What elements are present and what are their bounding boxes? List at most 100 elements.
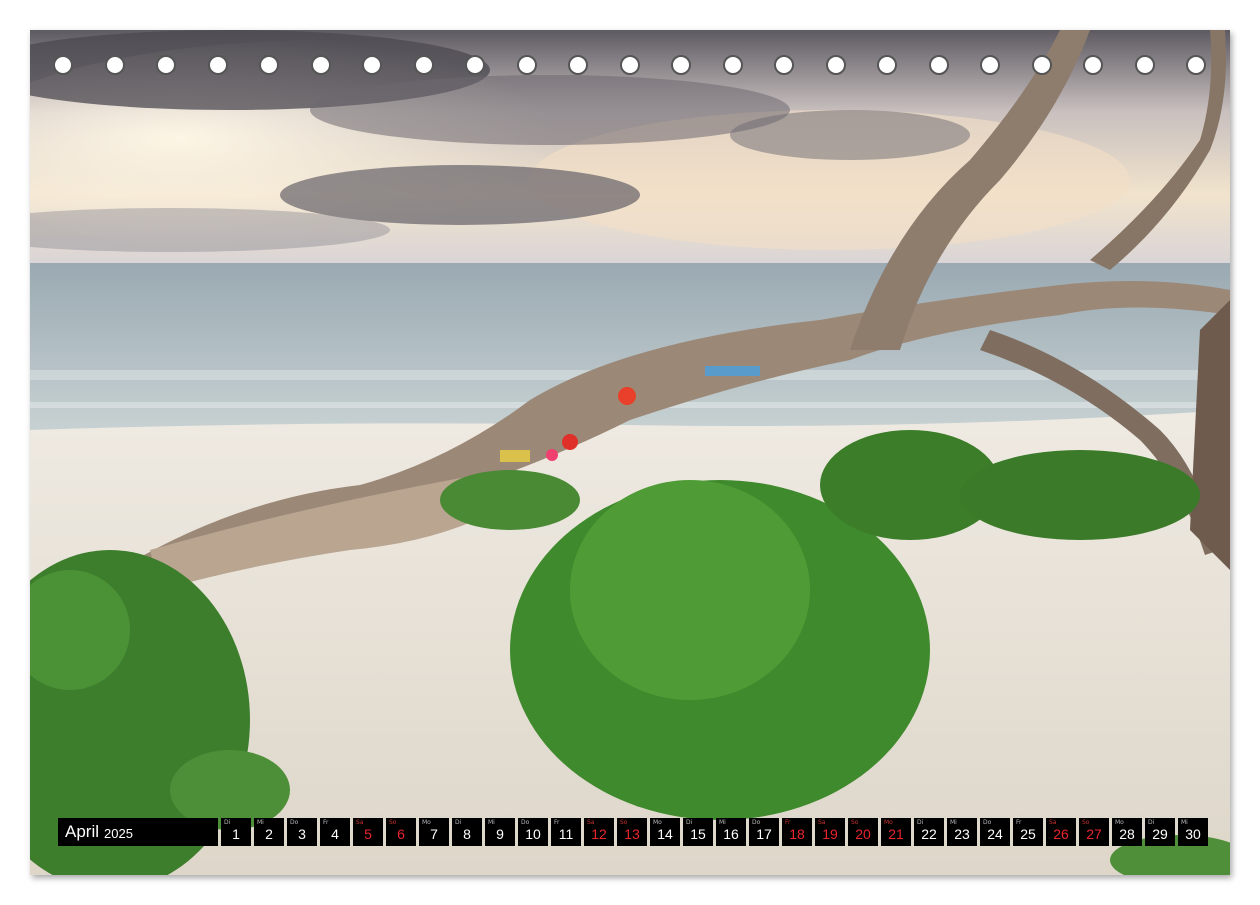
binding-hole: [465, 55, 485, 75]
day-of-week-label: Mi: [950, 819, 957, 826]
day-of-week-label: Do: [752, 819, 761, 826]
day-cell: Mi 9: [485, 818, 515, 846]
day-of-week-label: Di: [224, 819, 231, 826]
day-cell: Fr 18: [782, 818, 812, 846]
day-cell: Di 15: [683, 818, 713, 846]
day-of-week-label: Mo: [653, 819, 662, 826]
day-cell: Sa 5: [353, 818, 383, 846]
day-number: 2: [265, 826, 273, 842]
day-number: 11: [558, 826, 574, 842]
day-cell: Sa 26: [1046, 818, 1076, 846]
day-cell: So 13: [617, 818, 647, 846]
day-of-week-label: Fr: [1016, 819, 1022, 826]
binding-hole: [53, 55, 73, 75]
day-number: 6: [397, 826, 405, 842]
day-of-week-label: So: [389, 819, 397, 826]
day-of-week-label: Mo: [884, 819, 893, 826]
day-cell: So 27: [1079, 818, 1109, 846]
day-of-week-label: So: [620, 819, 628, 826]
day-of-week-label: Mi: [1181, 819, 1188, 826]
binding-hole: [568, 55, 588, 75]
day-number: 30: [1185, 826, 1201, 842]
day-of-week-label: So: [851, 819, 859, 826]
day-number: 1: [232, 826, 240, 842]
day-cell: Mi 16: [716, 818, 746, 846]
day-cell: Mo 14: [650, 818, 680, 846]
binding-hole: [671, 55, 691, 75]
binding-hole: [414, 55, 434, 75]
binding-hole: [517, 55, 537, 75]
day-cells: Di 1 Mi 2 Do 3 Fr 4 Sa 5 So 6 Mo 7 Di 8 Mi 9 Do 10 Fr 11 Sa 12 S…: [221, 818, 1211, 846]
binding-hole: [1135, 55, 1155, 75]
day-number: 7: [430, 826, 438, 842]
day-of-week-label: Sa: [587, 819, 595, 826]
day-of-week-label: Mi: [719, 819, 726, 826]
month-name: April: [65, 822, 100, 841]
binding-hole: [826, 55, 846, 75]
day-of-week-label: Sa: [356, 819, 364, 826]
day-of-week-label: Mi: [488, 819, 495, 826]
day-number: 5: [364, 826, 372, 842]
day-cell: Do 3: [287, 818, 317, 846]
day-cell: So 20: [848, 818, 878, 846]
day-number: 21: [888, 826, 904, 842]
day-cell: Sa 19: [815, 818, 845, 846]
day-of-week-label: Di: [455, 819, 462, 826]
day-number: 10: [525, 826, 541, 842]
day-number: 27: [1086, 826, 1102, 842]
day-number: 28: [1119, 826, 1135, 842]
day-of-week-label: Do: [983, 819, 992, 826]
day-number: 18: [789, 826, 805, 842]
binding-hole: [929, 55, 949, 75]
binding-hole: [1083, 55, 1103, 75]
day-of-week-label: Di: [686, 819, 693, 826]
day-of-week-label: Mo: [1115, 819, 1124, 826]
binding-hole: [620, 55, 640, 75]
day-cell: Di 1: [221, 818, 251, 846]
day-number: 25: [1020, 826, 1036, 842]
day-number: 24: [987, 826, 1003, 842]
day-cell: Mo 21: [881, 818, 911, 846]
binding-hole: [1032, 55, 1052, 75]
day-of-week-label: Mo: [422, 819, 431, 826]
day-cell: Do 24: [980, 818, 1010, 846]
day-cell: Mo 7: [419, 818, 449, 846]
day-cell: Fr 11: [551, 818, 581, 846]
day-cell: Mi 23: [947, 818, 977, 846]
day-of-week-label: Di: [1148, 819, 1155, 826]
day-cell: Mi 2: [254, 818, 284, 846]
day-of-week-label: Fr: [554, 819, 560, 826]
day-of-week-label: Sa: [1049, 819, 1057, 826]
day-number: 9: [496, 826, 504, 842]
day-of-week-label: Fr: [785, 819, 791, 826]
binding-hole: [105, 55, 125, 75]
binding-hole: [1186, 55, 1206, 75]
day-cell: Do 10: [518, 818, 548, 846]
day-number: 19: [822, 826, 838, 842]
day-number: 8: [463, 826, 471, 842]
day-of-week-label: Di: [917, 819, 924, 826]
day-number: 23: [954, 826, 970, 842]
beach-photo: [30, 30, 1230, 875]
binding-hole: [362, 55, 382, 75]
day-cell: Di 29: [1145, 818, 1175, 846]
day-cell: Di 8: [452, 818, 482, 846]
month-label-box: April 2025: [58, 818, 218, 846]
day-number: 12: [591, 826, 607, 842]
day-number: 17: [756, 826, 772, 842]
day-cell: Sa 12: [584, 818, 614, 846]
calendar-strip: April 2025 Di 1 Mi 2 Do 3 Fr 4 Sa 5 So 6 Mo 7 Di 8 Mi 9 Do…: [58, 818, 1211, 846]
day-number: 4: [331, 826, 339, 842]
day-number: 3: [298, 826, 306, 842]
binding-hole: [259, 55, 279, 75]
day-cell: Mo 28: [1112, 818, 1142, 846]
day-of-week-label: So: [1082, 819, 1090, 826]
day-cell: Fr 4: [320, 818, 350, 846]
day-number: 14: [657, 826, 673, 842]
spiral-binding: [30, 52, 1230, 82]
day-of-week-label: Sa: [818, 819, 826, 826]
binding-hole: [877, 55, 897, 75]
binding-hole: [980, 55, 1000, 75]
day-number: 13: [624, 826, 640, 842]
day-number: 22: [921, 826, 937, 842]
